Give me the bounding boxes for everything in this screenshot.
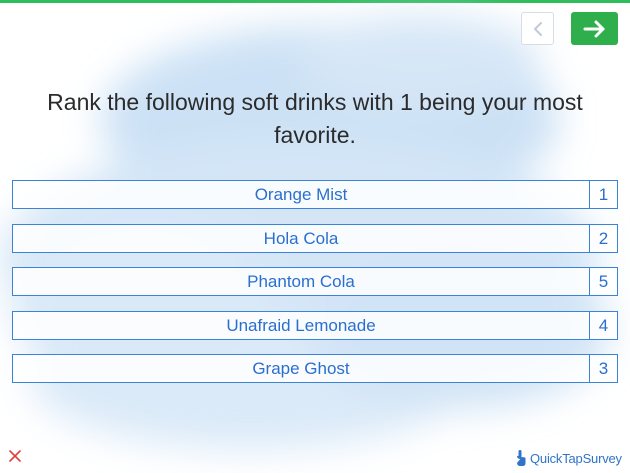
rank-item[interactable]: Hola Cola 2 bbox=[12, 223, 618, 253]
rank-number: 4 bbox=[589, 310, 618, 340]
brand-logo: QuickTapSurvey bbox=[515, 448, 622, 468]
rank-number: 5 bbox=[589, 267, 618, 296]
rank-item-label[interactable]: Hola Cola bbox=[12, 223, 590, 253]
rank-number: 1 bbox=[589, 180, 618, 209]
rank-item-label[interactable]: Grape Ghost bbox=[12, 354, 590, 383]
rank-item[interactable]: Unafraid Lemonade 4 bbox=[12, 310, 618, 340]
rank-item[interactable]: Phantom Cola 5 bbox=[12, 267, 618, 296]
chevron-left-icon bbox=[533, 21, 542, 36]
rank-item[interactable]: Grape Ghost 3 bbox=[12, 354, 618, 383]
progress-bar bbox=[0, 0, 630, 3]
rank-item-label[interactable]: Orange Mist bbox=[12, 180, 590, 209]
rank-number: 3 bbox=[589, 354, 618, 383]
rank-number: 2 bbox=[589, 223, 618, 253]
progress-fill bbox=[0, 0, 630, 3]
rank-item-label[interactable]: Phantom Cola bbox=[12, 267, 590, 296]
rank-item[interactable]: Orange Mist 1 bbox=[12, 180, 618, 209]
rank-list: Orange Mist 1 Hola Cola 2 Phantom Cola 5… bbox=[12, 180, 618, 398]
tap-hand-icon bbox=[517, 450, 526, 466]
back-button[interactable] bbox=[521, 12, 554, 45]
brand-name: QuickTapSurvey bbox=[530, 450, 622, 466]
next-button[interactable] bbox=[571, 12, 618, 45]
question-text: Rank the following soft drinks with 1 be… bbox=[47, 89, 583, 148]
close-icon bbox=[9, 450, 21, 462]
close-button[interactable] bbox=[8, 449, 22, 463]
rank-item-label[interactable]: Unafraid Lemonade bbox=[12, 310, 590, 340]
arrow-right-icon bbox=[583, 20, 604, 37]
